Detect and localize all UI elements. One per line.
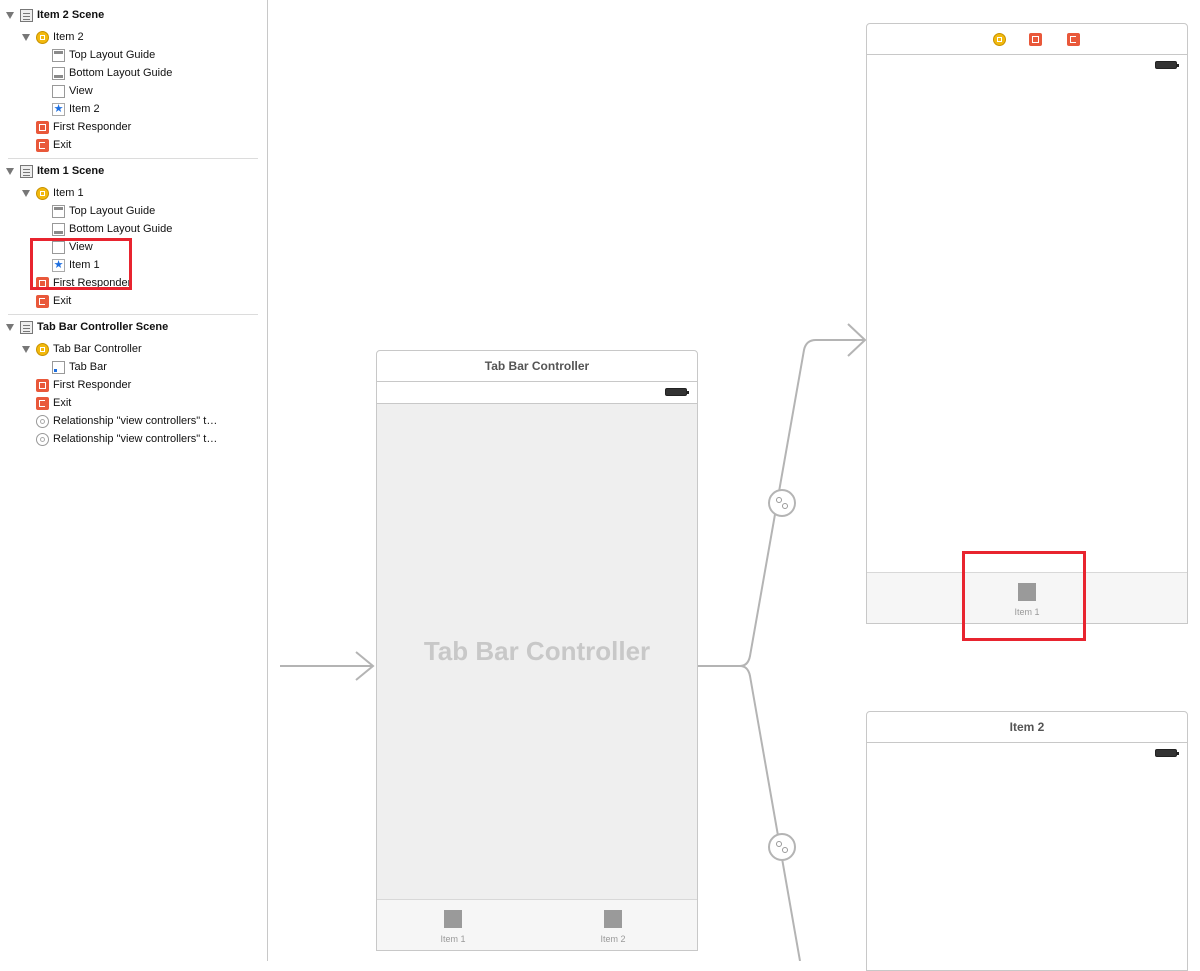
outline-item1-top-guide[interactable]: Top Layout Guide (52, 202, 155, 220)
view-controller-icon[interactable] (993, 33, 1006, 46)
outline-item1-bottom-guide[interactable]: Bottom Layout Guide (52, 220, 172, 238)
relationship-segue-icon-item1[interactable] (768, 489, 796, 517)
tab-controller-content: Tab Bar Controller (377, 404, 697, 900)
exit-icon[interactable] (1067, 33, 1080, 46)
tab-bar-controller-scene[interactable]: Tab Bar Controller Tab Bar Controller It… (376, 350, 698, 951)
exit-label: Exit (53, 139, 72, 151)
exit-label: Exit (53, 397, 72, 409)
scene-label: Tab Bar Controller Scene (37, 321, 169, 333)
outline-relationship-2[interactable]: Relationship "view controllers" t… (36, 430, 217, 448)
outline-item2-first-responder[interactable]: First Responder (36, 118, 131, 136)
outline-tab-bar[interactable]: Tab Bar (52, 358, 107, 376)
scene-title: Item 2 (867, 712, 1187, 743)
battery-icon (1155, 61, 1179, 69)
vc-label: Item 2 (53, 31, 84, 43)
outline-item1-exit[interactable]: Exit (36, 292, 71, 310)
first-responder-cube-icon[interactable] (1029, 33, 1042, 46)
outline-item2-view[interactable]: View (52, 82, 93, 100)
tab-bar-item-1[interactable]: Item 1 (423, 910, 483, 944)
outline-item2-exit[interactable]: Exit (36, 136, 71, 154)
battery-icon (665, 388, 689, 396)
tab-bar: Item 1 Item 2 (377, 899, 697, 950)
disclosure-triangle-icon[interactable] (22, 345, 30, 353)
exit-label: Exit (53, 295, 72, 307)
first-responder-cube-icon (36, 120, 49, 134)
view-controller-icon (36, 342, 49, 356)
first-responder-cube-icon (36, 378, 49, 392)
scene-icon (20, 164, 33, 178)
scene-icon (20, 320, 33, 334)
scene-label: Item 1 Scene (37, 165, 105, 177)
exit-icon (36, 294, 49, 308)
status-bar (377, 382, 697, 404)
top-layout-guide-label: Top Layout Guide (69, 49, 156, 61)
storyboard-canvas[interactable]: Tab Bar Controller Tab Bar Controller It… (268, 0, 1200, 971)
bottom-layout-guide-icon (52, 222, 65, 236)
relationship-segue-icon-item2[interactable] (768, 833, 796, 861)
tab-bar-icon (52, 360, 65, 374)
outline-item2-tab-item[interactable]: ★ Item 2 (52, 100, 100, 118)
relationship-label: Relationship "view controllers" t… (53, 433, 218, 445)
segue-line-to-item2 (739, 665, 801, 961)
item1-scene[interactable]: Item 1 (866, 23, 1188, 624)
first-responder-label: First Responder (53, 121, 132, 133)
scene-title: Tab Bar Controller (377, 351, 697, 382)
top-layout-guide-icon (52, 48, 65, 62)
battery-icon (1155, 749, 1179, 757)
highlight-box-outline-item1 (30, 238, 132, 290)
disclosure-triangle-icon[interactable] (6, 11, 14, 19)
view-icon (52, 84, 65, 98)
scene-dock (867, 24, 1187, 55)
outline-tab-bar-controller[interactable]: Tab Bar Controller (22, 340, 142, 358)
relationship-segue-icon (36, 414, 49, 428)
tab-item-placeholder-icon (444, 910, 462, 928)
scene-icon (20, 8, 33, 22)
placeholder-title: Tab Bar Controller (423, 636, 651, 666)
relationship-label: Relationship "view controllers" t… (53, 415, 218, 427)
tab-item-label: Item 2 (600, 934, 626, 944)
outline-scene-item2[interactable]: Item 2 Scene (6, 6, 104, 24)
outline-tab-exit[interactable]: Exit (36, 394, 71, 412)
view-label: View (69, 85, 93, 97)
tab-bar-label: Tab Bar (69, 361, 107, 373)
scene-label: Item 2 Scene (37, 9, 105, 21)
outline-relationship-1[interactable]: Relationship "view controllers" t… (36, 412, 217, 430)
top-layout-guide-label: Top Layout Guide (69, 205, 156, 217)
bottom-layout-guide-label: Bottom Layout Guide (69, 223, 173, 235)
outline-separator (8, 314, 258, 315)
tab-bar-item-star-icon: ★ (52, 102, 65, 116)
document-outline: Item 2 Scene Item 2 Top Layout Guide Bot… (0, 0, 268, 961)
outline-scene-tab-bar-controller[interactable]: Tab Bar Controller Scene (6, 318, 168, 336)
exit-icon (36, 138, 49, 152)
outline-tab-first-responder[interactable]: First Responder (36, 376, 131, 394)
first-responder-label: First Responder (53, 379, 132, 391)
outline-item2-top-guide[interactable]: Top Layout Guide (52, 46, 155, 64)
exit-icon (36, 396, 49, 410)
item2-scene[interactable]: Item 2 (866, 711, 1188, 971)
view-controller-icon (36, 30, 49, 44)
disclosure-triangle-icon[interactable] (22, 33, 30, 41)
vc-label: Item 1 (53, 187, 84, 199)
disclosure-triangle-icon[interactable] (22, 189, 30, 197)
vc-label: Tab Bar Controller (53, 343, 142, 355)
relationship-segue-icon (36, 432, 49, 446)
outline-separator (8, 158, 258, 159)
disclosure-triangle-icon[interactable] (6, 323, 14, 331)
tab-item-label: Item 1 (440, 934, 466, 944)
outline-item2-vc[interactable]: Item 2 (22, 28, 84, 46)
tab-bar-item-label: Item 2 (69, 103, 100, 115)
outline-scene-item1[interactable]: Item 1 Scene (6, 162, 104, 180)
tab-bar-item-2[interactable]: Item 2 (583, 910, 643, 944)
bottom-layout-guide-icon (52, 66, 65, 80)
top-layout-guide-icon (52, 204, 65, 218)
outline-item1-vc[interactable]: Item 1 (22, 184, 84, 202)
tab-item-placeholder-icon (604, 910, 622, 928)
outline-item2-bottom-guide[interactable]: Bottom Layout Guide (52, 64, 172, 82)
highlight-box-canvas-item1 (962, 551, 1086, 641)
disclosure-triangle-icon[interactable] (6, 167, 14, 175)
view-controller-icon (36, 186, 49, 200)
bottom-layout-guide-label: Bottom Layout Guide (69, 67, 173, 79)
